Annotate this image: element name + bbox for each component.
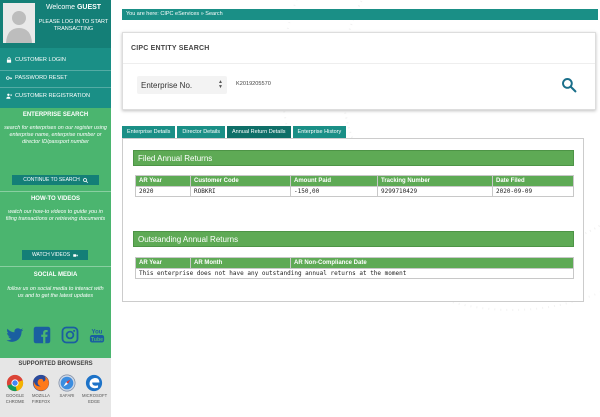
- search-title: CIPC ENTITY SEARCH: [131, 45, 210, 52]
- section-divider: [0, 191, 111, 192]
- filed-returns-heading: Filed Annual Returns: [133, 150, 574, 166]
- welcome-label: Welcome: [45, 4, 75, 11]
- table-row: 2020 ROBKRI -150,00 9299710429 2020-09-0…: [135, 186, 574, 197]
- outstanding-returns-table: AR Year AR Month AR Non-Compliance Date …: [135, 257, 574, 279]
- search-type-select[interactable]: Enterprise No. ▲ ▼: [137, 76, 227, 94]
- tab-director-details[interactable]: Director Details: [177, 126, 226, 138]
- column-header: Date Filed: [492, 175, 574, 187]
- user-add-icon: [6, 93, 12, 99]
- avatar: [3, 3, 35, 43]
- table-cell: 2020: [135, 186, 191, 197]
- table-cell: 2020-09-09: [492, 186, 574, 197]
- how-to-title: HOW-TO VIDEOS: [30, 196, 81, 202]
- tab-enterprise-history[interactable]: Enterprise History: [292, 126, 347, 138]
- browser-edge-label-2: EDGE: [88, 399, 100, 404]
- browser-chrome-label: GOOGLE: [5, 393, 25, 398]
- nav-divider: [0, 87, 111, 88]
- breadcrumb: You are here: CIPC eServices » Search: [122, 9, 598, 20]
- column-header: Tracking Number: [377, 175, 493, 187]
- entity-search-card: CIPC ENTITY SEARCH Enterprise No. ▲ ▼ K20…: [122, 32, 596, 110]
- customer-registration-link[interactable]: CUSTOMER REGISTRATION: [6, 93, 90, 99]
- nav-divider: [0, 70, 111, 71]
- enterprise-search-text: search for enterprises on our register u…: [4, 125, 107, 145]
- sidebar-promo-section: ENTERPRISE SEARCH search for enterprises…: [0, 108, 111, 358]
- search-input[interactable]: K2019205570: [236, 81, 271, 87]
- table-cell: -150,00: [290, 186, 378, 197]
- chrome-icon: [6, 374, 24, 392]
- sidebar: Welcome GUEST PLEASE LOG IN TO START TRA…: [0, 0, 111, 417]
- browser-edge-label: MICROSOFT: [82, 393, 108, 398]
- no-outstanding-message: This enterprise does not have any outsta…: [135, 268, 574, 279]
- tab-annual-return-details[interactable]: Annual Return Details: [227, 126, 291, 138]
- customer-login-label: CUSTOMER LOGIN: [15, 57, 66, 63]
- column-header: Amount Paid: [290, 175, 378, 187]
- table-cell: ROBKRI: [190, 186, 291, 197]
- continue-to-search-label: CONTINUE TO SEARCH: [23, 177, 80, 183]
- browser-firefox-label: MOZILLA: [32, 393, 50, 398]
- search-icon: [82, 177, 88, 183]
- profile-panel: Welcome GUEST PLEASE LOG IN TO START TRA…: [0, 0, 111, 48]
- customer-registration-label: CUSTOMER REGISTRATION: [15, 93, 91, 99]
- supported-browsers-title: SUPPORTED BROWSERS: [18, 361, 93, 367]
- lock-icon: [6, 57, 12, 63]
- svg-text:Tube: Tube: [91, 337, 103, 343]
- column-header: AR Year: [135, 175, 191, 187]
- browser-firefox-label-2: FIREFOX: [31, 399, 51, 404]
- search-divider: [123, 63, 595, 64]
- svg-text:You: You: [92, 330, 103, 336]
- table-row: This enterprise does not have any outsta…: [135, 268, 574, 279]
- key-icon: [6, 76, 12, 80]
- safari-icon: [58, 374, 76, 392]
- browser-chrome: GOOGLE CHROME: [3, 374, 27, 404]
- table-cell: 9299710429: [377, 186, 493, 197]
- column-header: Customer Code: [190, 175, 291, 187]
- detail-tabs: Enterprise Details Director Details Annu…: [122, 126, 347, 138]
- how-to-text: watch our how-to videos to guide you in …: [5, 209, 106, 222]
- tab-enterprise-details[interactable]: Enterprise Details: [122, 126, 176, 138]
- enterprise-search-title: ENTERPRISE SEARCH: [22, 112, 89, 118]
- social-media-title: SOCIAL MEDIA: [33, 272, 78, 278]
- social-icons: You Tube: [6, 326, 106, 344]
- firefox-icon: [32, 374, 50, 392]
- browser-firefox: MOZILLA FIREFOX: [29, 374, 53, 404]
- column-header: AR Month: [190, 257, 291, 269]
- welcome-text: Welcome GUEST: [36, 4, 111, 11]
- section-divider: [0, 266, 111, 267]
- twitter-icon[interactable]: [6, 326, 24, 344]
- continue-to-search-button[interactable]: CONTINUE TO SEARCH: [12, 175, 99, 185]
- login-prompt: PLEASE LOG IN TO START TRANSACTING: [38, 19, 109, 32]
- supported-browsers: SUPPORTED BROWSERS GOOGLE CHROME MOZILLA…: [0, 358, 111, 417]
- browser-safari-label: SAFARI: [59, 393, 75, 398]
- browser-chrome-label-2: CHROME: [5, 399, 25, 404]
- annual-return-panel: Filed Annual Returns AR Year Customer Co…: [122, 138, 584, 302]
- select-arrows-icon: ▲ ▼: [218, 79, 223, 90]
- password-reset-link[interactable]: PASSWORD RESET: [6, 75, 67, 81]
- browser-edge: MICROSOFT EDGE: [82, 374, 108, 404]
- youtube-icon[interactable]: You Tube: [88, 326, 106, 344]
- instagram-icon[interactable]: [61, 326, 79, 344]
- column-header: AR Year: [135, 257, 191, 269]
- facebook-icon[interactable]: [33, 326, 51, 344]
- table-header-row: AR Year AR Month AR Non-Compliance Date: [135, 257, 574, 269]
- watch-videos-button[interactable]: WATCH VIDEOS: [22, 250, 88, 260]
- social-media-text: follow us on social media to interact wi…: [7, 286, 104, 299]
- table-header-row: AR Year Customer Code Amount Paid Tracki…: [135, 175, 574, 187]
- customer-login-link[interactable]: CUSTOMER LOGIN: [6, 57, 66, 63]
- search-button[interactable]: [561, 77, 577, 93]
- password-reset-label: PASSWORD RESET: [15, 75, 68, 81]
- edge-icon: [85, 374, 103, 392]
- column-header: AR Non-Compliance Date: [290, 257, 574, 269]
- filed-returns-table: AR Year Customer Code Amount Paid Tracki…: [135, 175, 574, 197]
- outstanding-returns-heading: Outstanding Annual Returns: [133, 231, 574, 247]
- video-camera-icon: [73, 253, 78, 257]
- welcome-user: GUEST: [76, 4, 102, 11]
- watch-videos-label: WATCH VIDEOS: [31, 252, 71, 258]
- browser-safari: SAFARI: [55, 374, 79, 398]
- user-silhouette-icon: [3, 3, 35, 43]
- search-type-value: Enterprise No.: [141, 80, 193, 90]
